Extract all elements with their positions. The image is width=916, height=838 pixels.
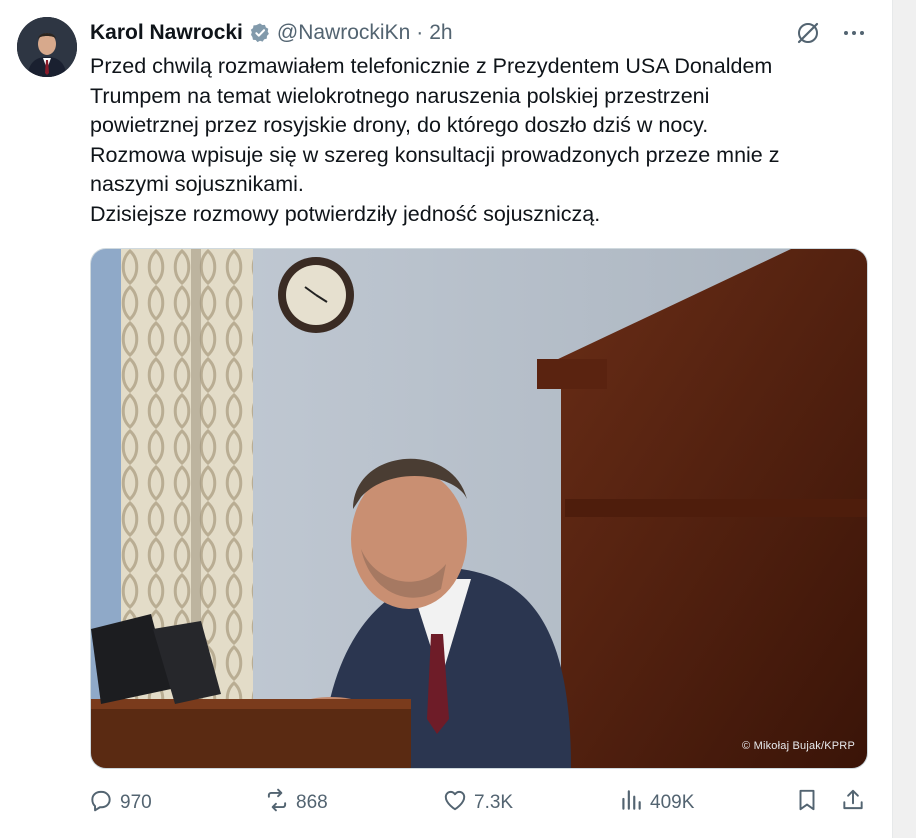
tweet-text-line: naszymi sojusznikami.: [90, 172, 304, 196]
reply-icon: [88, 787, 114, 819]
like-icon: [442, 787, 468, 819]
separator-dot: ·: [416, 21, 424, 44]
bookmark-button[interactable]: [794, 787, 820, 819]
timestamp[interactable]: 2h: [429, 21, 452, 45]
views-button[interactable]: 409K: [618, 787, 694, 819]
tweet-header: Karol Nawrocki @NawrockiKn · 2h: [90, 18, 453, 48]
tweet-card: Karol Nawrocki @NawrockiKn · 2h Przed ch…: [0, 0, 893, 838]
tweet-text-line: powietrznej przez rosyjskie drony, do kt…: [90, 113, 709, 137]
more-icon[interactable]: [840, 19, 868, 47]
repost-count: 868: [296, 792, 328, 813]
tweet-text-line: Rozmowa wpisuje się w szereg konsultacji…: [90, 142, 780, 167]
tweet-photo[interactable]: © Mikołaj Bujak/KPRP: [90, 248, 868, 769]
author-handle[interactable]: @NawrockiKn: [277, 21, 410, 45]
tweet-text-line: Trumpem na temat wielokrotnego naruszeni…: [90, 83, 710, 108]
photo-credit: © Mikołaj Bujak/KPRP: [742, 740, 855, 752]
avatar[interactable]: [17, 17, 77, 77]
like-button[interactable]: 7.3K: [442, 787, 513, 819]
share-icon: [840, 787, 866, 819]
bookmark-icon: [794, 787, 820, 819]
share-button[interactable]: [840, 787, 866, 819]
verified-badge-icon: [249, 22, 271, 44]
reply-button[interactable]: 970: [88, 787, 152, 819]
author-name[interactable]: Karol Nawrocki: [90, 21, 243, 45]
tweet-text-line: Przed chwilą rozmawiałem telefonicznie z…: [90, 54, 773, 78]
grok-icon[interactable]: [794, 19, 822, 47]
repost-button[interactable]: 868: [264, 787, 328, 819]
header-actions: [794, 18, 868, 48]
tweet-text-line: Dzisiejsze rozmowy potwierdziły jedność …: [90, 201, 601, 226]
tweet-text: Przed chwilą rozmawiałem telefonicznie z…: [90, 52, 870, 229]
views-icon: [618, 787, 644, 819]
reply-count: 970: [120, 792, 152, 813]
repost-icon: [264, 787, 290, 819]
views-count: 409K: [650, 792, 695, 813]
action-bar: 970 868 7.3K 409K: [88, 786, 870, 820]
like-count: 7.3K: [474, 792, 514, 813]
